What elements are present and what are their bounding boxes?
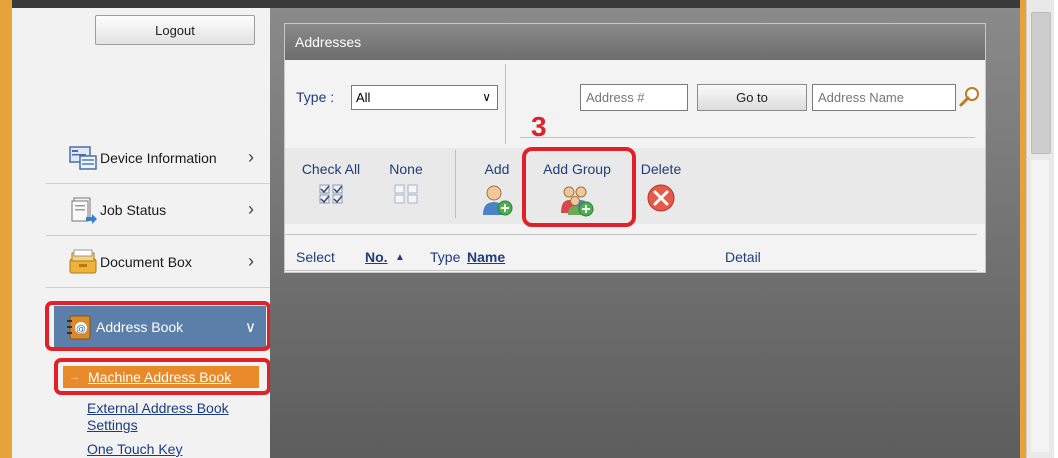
highlight-box-3 — [522, 147, 636, 227]
addresses-panel: Addresses Type : All ∨ Address # Go to A… — [284, 23, 986, 273]
column-select: Select — [296, 249, 335, 265]
window-frame-top — [12, 0, 1020, 8]
address-number-input[interactable]: Address # — [580, 84, 688, 111]
none-button[interactable]: None — [381, 161, 431, 205]
type-label: Type : — [296, 89, 335, 105]
sidebar-item-job-status[interactable]: Job Status › — [46, 184, 270, 236]
sidebar-item-device-information[interactable]: Device Information › — [46, 132, 270, 184]
address-name-input[interactable]: Address Name — [812, 84, 956, 111]
none-label: None — [389, 161, 423, 177]
divider — [455, 150, 456, 218]
type-select-value: All — [356, 90, 371, 105]
chevron-right-icon: › — [248, 199, 254, 219]
sidebar-subitem-external-address-book-settings[interactable]: External Address Book Settings — [87, 400, 257, 434]
document-box-icon — [69, 249, 97, 273]
sidebar-item-label: Document Box — [100, 253, 192, 270]
delete-label: Delete — [640, 161, 682, 177]
logout-button[interactable]: Logout — [95, 15, 255, 45]
divider — [285, 234, 977, 235]
uncheck-all-icon — [394, 184, 418, 204]
address-name-placeholder: Address Name — [818, 90, 904, 105]
column-name[interactable]: Name — [467, 249, 505, 265]
chevron-down-icon: ∨ — [482, 90, 491, 104]
sidebar-subitem-one-touch-key[interactable]: One Touch Key — [87, 441, 182, 458]
chevron-right-icon: › — [248, 147, 254, 167]
sidebar-item-label: Device Information — [100, 149, 217, 166]
divider — [285, 270, 977, 271]
panel-title: Addresses — [285, 24, 985, 60]
column-type: Type — [430, 249, 461, 265]
divider — [520, 137, 975, 138]
add-button[interactable]: Add — [475, 161, 519, 217]
job-status-icon — [71, 197, 97, 224]
column-detail: Detail — [725, 249, 761, 265]
go-to-button[interactable]: Go to — [697, 84, 807, 111]
check-all-icon — [319, 184, 343, 204]
vertical-scrollbar[interactable] — [1026, 0, 1054, 458]
divider — [505, 64, 506, 144]
scrollbar-track[interactable] — [1031, 160, 1049, 452]
device-information-icon — [69, 145, 97, 170]
delete-icon — [647, 184, 675, 212]
chevron-right-icon: › — [248, 251, 254, 271]
check-all-button[interactable]: Check All — [295, 161, 367, 205]
add-user-icon — [483, 185, 513, 216]
sort-ascending-icon: ▲ — [395, 251, 405, 263]
sidebar-item-document-box[interactable]: Document Box › — [46, 236, 270, 288]
highlight-box-2 — [54, 358, 271, 395]
window-frame-left — [0, 0, 12, 458]
check-all-label: Check All — [301, 161, 361, 177]
column-number[interactable]: No. — [365, 249, 388, 265]
add-label: Add — [484, 161, 510, 177]
address-number-placeholder: Address # — [586, 90, 645, 105]
search-icon[interactable] — [959, 86, 981, 108]
highlight-box-1 — [45, 301, 271, 351]
callout-number-3: 3 — [531, 111, 547, 142]
table-header: Select No. ▲ Type Name Detail — [285, 242, 985, 272]
sidebar-item-label: Job Status — [100, 201, 167, 218]
scrollbar-thumb[interactable] — [1031, 12, 1051, 154]
delete-button[interactable]: Delete — [635, 161, 687, 213]
type-select[interactable]: All ∨ — [351, 85, 498, 110]
